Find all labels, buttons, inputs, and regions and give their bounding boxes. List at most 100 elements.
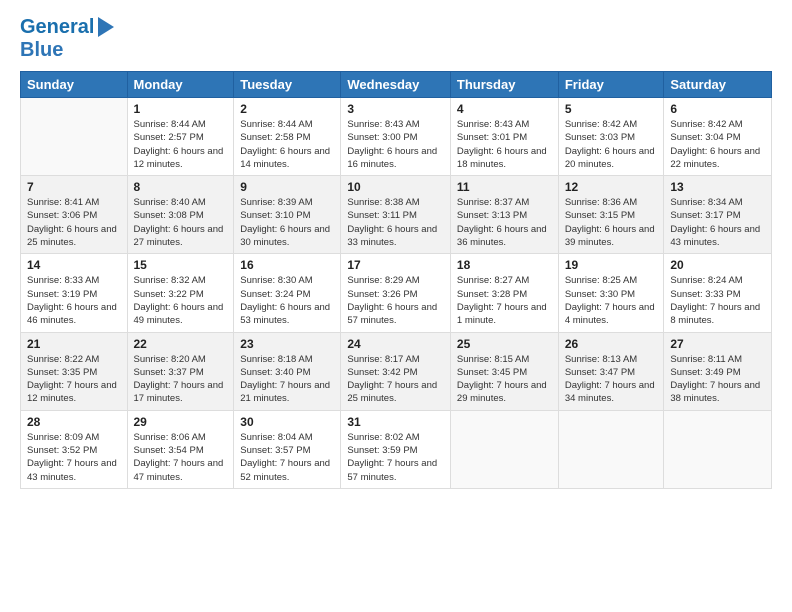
- calendar-day-cell: 31Sunrise: 8:02 AMSunset: 3:59 PMDayligh…: [341, 410, 451, 488]
- logo-icon: [96, 15, 116, 39]
- weekday-tuesday: Tuesday: [234, 72, 341, 98]
- day-info: Sunrise: 8:30 AMSunset: 3:24 PMDaylight:…: [240, 274, 334, 327]
- day-info: Sunrise: 8:24 AMSunset: 3:33 PMDaylight:…: [670, 274, 765, 327]
- calendar-day-cell: 15 Sunrise: 8:32 AMSunset: 3:22 PMDayligh…: [127, 254, 234, 332]
- day-info: Sunrise: 8:33 AMSunset: 3:19 PMDaylight:…: [27, 274, 121, 327]
- day-number: 13: [670, 180, 765, 194]
- calendar-day-cell: [450, 410, 558, 488]
- day-info: Sunrise: 8:38 AMSunset: 3:11 PMDaylight:…: [347, 196, 444, 249]
- day-number: 30: [240, 415, 334, 429]
- calendar-day-cell: 23 Sunrise: 8:18 AMSunset: 3:40 PMDayligh…: [234, 332, 341, 410]
- calendar-day-cell: 28 Sunrise: 8:09 AMSunset: 3:52 PMDayligh…: [21, 410, 128, 488]
- day-number: 19: [565, 258, 658, 272]
- calendar-day-cell: [558, 410, 664, 488]
- calendar-week-row: 28 Sunrise: 8:09 AMSunset: 3:52 PMDayligh…: [21, 410, 772, 488]
- day-number: 18: [457, 258, 552, 272]
- calendar-day-cell: 5 Sunrise: 8:42 AMSunset: 3:03 PMDaylight…: [558, 98, 664, 176]
- page-header: General Blue: [20, 15, 772, 61]
- day-number: 20: [670, 258, 765, 272]
- calendar-day-cell: 29 Sunrise: 8:06 AMSunset: 3:54 PMDayligh…: [127, 410, 234, 488]
- day-info: Sunrise: 8:36 AMSunset: 3:15 PMDaylight:…: [565, 196, 658, 249]
- day-number: 17: [347, 258, 444, 272]
- calendar-day-cell: 6 Sunrise: 8:42 AMSunset: 3:04 PMDaylight…: [664, 98, 772, 176]
- day-info: Sunrise: 8:29 AMSunset: 3:26 PMDaylight:…: [347, 274, 444, 327]
- day-info: Sunrise: 8:37 AMSunset: 3:13 PMDaylight:…: [457, 196, 552, 249]
- calendar-day-cell: 24 Sunrise: 8:17 AMSunset: 3:42 PMDayligh…: [341, 332, 451, 410]
- weekday-thursday: Thursday: [450, 72, 558, 98]
- weekday-header-row: SundayMondayTuesdayWednesdayThursdayFrid…: [21, 72, 772, 98]
- day-number: 10: [347, 180, 444, 194]
- calendar-week-row: 7Sunrise: 8:41 AMSunset: 3:06 PMDaylight…: [21, 176, 772, 254]
- day-number: 3: [347, 102, 444, 116]
- day-number: 15: [134, 258, 228, 272]
- day-info: Sunrise: 8:18 AMSunset: 3:40 PMDaylight:…: [240, 353, 334, 406]
- weekday-wednesday: Wednesday: [341, 72, 451, 98]
- day-number: 16: [240, 258, 334, 272]
- calendar-week-row: 14 Sunrise: 8:33 AMSunset: 3:19 PMDayligh…: [21, 254, 772, 332]
- calendar-day-cell: 13 Sunrise: 8:34 AMSunset: 3:17 PMDayligh…: [664, 176, 772, 254]
- calendar-day-cell: 8 Sunrise: 8:40 AMSunset: 3:08 PMDaylight…: [127, 176, 234, 254]
- calendar-day-cell: 11 Sunrise: 8:37 AMSunset: 3:13 PMDayligh…: [450, 176, 558, 254]
- day-number: 23: [240, 337, 334, 351]
- day-info: Sunrise: 8:17 AMSunset: 3:42 PMDaylight:…: [347, 353, 444, 406]
- day-info: Sunrise: 8:15 AMSunset: 3:45 PMDaylight:…: [457, 353, 552, 406]
- weekday-friday: Friday: [558, 72, 664, 98]
- calendar-day-cell: 27Sunrise: 8:11 AMSunset: 3:49 PMDayligh…: [664, 332, 772, 410]
- day-info: Sunrise: 8:44 AMSunset: 2:58 PMDaylight:…: [240, 118, 334, 171]
- day-number: 1: [134, 102, 228, 116]
- day-info: Sunrise: 8:22 AMSunset: 3:35 PMDaylight:…: [27, 353, 121, 406]
- day-number: 11: [457, 180, 552, 194]
- day-info: Sunrise: 8:27 AMSunset: 3:28 PMDaylight:…: [457, 274, 552, 327]
- day-number: 22: [134, 337, 228, 351]
- calendar-day-cell: 3 Sunrise: 8:43 AMSunset: 3:00 PMDaylight…: [341, 98, 451, 176]
- calendar-day-cell: 17 Sunrise: 8:29 AMSunset: 3:26 PMDayligh…: [341, 254, 451, 332]
- logo-text2: Blue: [20, 39, 116, 61]
- day-info: Sunrise: 8:25 AMSunset: 3:30 PMDaylight:…: [565, 274, 658, 327]
- calendar-day-cell: 10 Sunrise: 8:38 AMSunset: 3:11 PMDayligh…: [341, 176, 451, 254]
- day-info: Sunrise: 8:42 AMSunset: 3:03 PMDaylight:…: [565, 118, 658, 171]
- day-info: Sunrise: 8:44 AMSunset: 2:57 PMDaylight:…: [134, 118, 228, 171]
- day-info: Sunrise: 8:40 AMSunset: 3:08 PMDaylight:…: [134, 196, 228, 249]
- calendar-week-row: 21 Sunrise: 8:22 AMSunset: 3:35 PMDayligh…: [21, 332, 772, 410]
- day-number: 5: [565, 102, 658, 116]
- day-number: 12: [565, 180, 658, 194]
- calendar-day-cell: 1 Sunrise: 8:44 AMSunset: 2:57 PMDaylight…: [127, 98, 234, 176]
- day-number: 25: [457, 337, 552, 351]
- calendar-day-cell: 14 Sunrise: 8:33 AMSunset: 3:19 PMDayligh…: [21, 254, 128, 332]
- day-info: Sunrise: 8:06 AMSunset: 3:54 PMDaylight:…: [134, 431, 228, 484]
- day-info: Sunrise: 8:04 AMSunset: 3:57 PMDaylight:…: [240, 431, 334, 484]
- day-number: 29: [134, 415, 228, 429]
- calendar-day-cell: 9Sunrise: 8:39 AMSunset: 3:10 PMDaylight…: [234, 176, 341, 254]
- day-number: 6: [670, 102, 765, 116]
- day-number: 26: [565, 337, 658, 351]
- calendar-day-cell: 4Sunrise: 8:43 AMSunset: 3:01 PMDaylight…: [450, 98, 558, 176]
- calendar-day-cell: 25 Sunrise: 8:15 AMSunset: 3:45 PMDayligh…: [450, 332, 558, 410]
- calendar-day-cell: 18 Sunrise: 8:27 AMSunset: 3:28 PMDayligh…: [450, 254, 558, 332]
- calendar-day-cell: [21, 98, 128, 176]
- day-number: 21: [27, 337, 121, 351]
- day-number: 14: [27, 258, 121, 272]
- day-info: Sunrise: 8:34 AMSunset: 3:17 PMDaylight:…: [670, 196, 765, 249]
- calendar-day-cell: 12 Sunrise: 8:36 AMSunset: 3:15 PMDayligh…: [558, 176, 664, 254]
- day-number: 8: [134, 180, 228, 194]
- day-info: Sunrise: 8:09 AMSunset: 3:52 PMDaylight:…: [27, 431, 121, 484]
- day-info: Sunrise: 8:43 AMSunset: 3:00 PMDaylight:…: [347, 118, 444, 171]
- day-info: Sunrise: 8:13 AMSunset: 3:47 PMDaylight:…: [565, 353, 658, 406]
- calendar-day-cell: 26 Sunrise: 8:13 AMSunset: 3:47 PMDayligh…: [558, 332, 664, 410]
- calendar-day-cell: 21 Sunrise: 8:22 AMSunset: 3:35 PMDayligh…: [21, 332, 128, 410]
- weekday-monday: Monday: [127, 72, 234, 98]
- logo: General Blue: [20, 15, 116, 61]
- day-info: Sunrise: 8:42 AMSunset: 3:04 PMDaylight:…: [670, 118, 765, 171]
- day-info: Sunrise: 8:32 AMSunset: 3:22 PMDaylight:…: [134, 274, 228, 327]
- calendar-day-cell: [664, 410, 772, 488]
- day-info: Sunrise: 8:20 AMSunset: 3:37 PMDaylight:…: [134, 353, 228, 406]
- day-number: 31: [347, 415, 444, 429]
- day-number: 24: [347, 337, 444, 351]
- calendar-day-cell: 22 Sunrise: 8:20 AMSunset: 3:37 PMDayligh…: [127, 332, 234, 410]
- day-info: Sunrise: 8:43 AMSunset: 3:01 PMDaylight:…: [457, 118, 552, 171]
- calendar-day-cell: 30 Sunrise: 8:04 AMSunset: 3:57 PMDayligh…: [234, 410, 341, 488]
- day-number: 27: [670, 337, 765, 351]
- day-number: 28: [27, 415, 121, 429]
- day-info: Sunrise: 8:41 AMSunset: 3:06 PMDaylight:…: [27, 196, 121, 249]
- weekday-saturday: Saturday: [664, 72, 772, 98]
